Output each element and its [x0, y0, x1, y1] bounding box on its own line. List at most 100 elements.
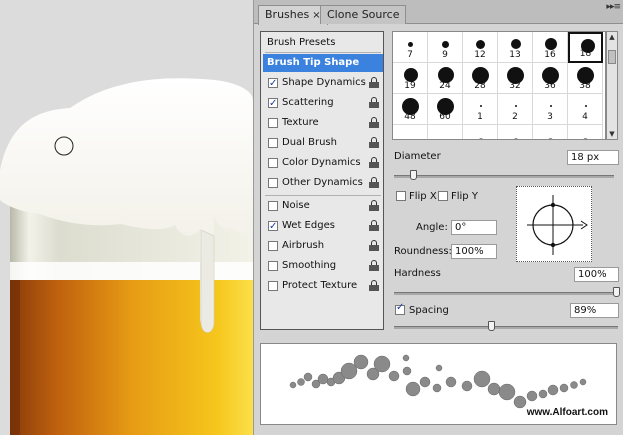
brush-size-label: 13: [509, 50, 521, 60]
scrollbar-thumb[interactable]: [608, 50, 616, 64]
option-checkbox[interactable]: [268, 158, 278, 168]
option-color-dynamics[interactable]: Color Dynamics: [263, 154, 383, 172]
diameter-slider-thumb[interactable]: [410, 170, 417, 180]
hardness-slider-track[interactable]: [394, 292, 618, 295]
option-checkbox[interactable]: [268, 138, 278, 148]
brush-tip-cell[interactable]: 9: [428, 32, 463, 63]
lock-icon[interactable]: [369, 157, 379, 168]
flip-x-checkbox[interactable]: [396, 191, 406, 201]
spacing-field[interactable]: 89%: [570, 303, 619, 318]
option-label: Shape Dynamics: [282, 77, 366, 88]
panel-menu-icon[interactable]: ▸▸≡: [606, 2, 621, 12]
roundness-label: Roundness:: [394, 246, 452, 257]
brush-tip-cell[interactable]: 38: [568, 63, 603, 94]
brush-tip-cell[interactable]: 18: [568, 32, 603, 63]
hardness-slider-thumb[interactable]: [613, 287, 620, 297]
spacing-slider-thumb[interactable]: [488, 321, 495, 331]
brush-size-label: 60: [439, 112, 451, 122]
brush-tip-cell[interactable]: 24: [428, 63, 463, 94]
option-checkbox[interactable]: [268, 241, 278, 251]
flip-y-checkbox[interactable]: [438, 191, 448, 201]
brush-tip-cell[interactable]: 48: [393, 94, 428, 125]
option-checkbox[interactable]: [268, 95, 278, 113]
diameter-slider-track[interactable]: [394, 175, 614, 178]
brush-grid-scrollbar[interactable]: ▲ ▼: [606, 31, 618, 140]
option-wet-edges[interactable]: Wet Edges: [263, 217, 383, 236]
spacing-checkbox[interactable]: [395, 302, 405, 315]
option-checkbox[interactable]: [268, 201, 278, 211]
brush-tip-shape-item[interactable]: Brush Tip Shape: [263, 54, 383, 72]
document-canvas[interactable]: [0, 0, 253, 435]
brush-presets-item[interactable]: Brush Presets: [263, 34, 383, 52]
diameter-label: Diameter: [394, 151, 441, 162]
option-scattering[interactable]: Scattering: [263, 94, 383, 113]
option-noise[interactable]: Noise: [263, 197, 383, 215]
brush-size-label: 36: [544, 81, 556, 91]
lock-icon[interactable]: [369, 220, 379, 231]
lock-icon[interactable]: [369, 280, 379, 291]
lock-icon[interactable]: [369, 200, 379, 211]
option-checkbox[interactable]: [268, 178, 278, 188]
option-checkbox[interactable]: [268, 261, 278, 271]
angle-label: Angle:: [416, 222, 448, 233]
lock-icon[interactable]: [369, 240, 379, 251]
brush-tip-cell[interactable]: [498, 125, 533, 139]
brush-tip-cell[interactable]: 60: [428, 94, 463, 125]
brush-tip-cell[interactable]: 36: [533, 63, 568, 94]
option-smoothing[interactable]: Smoothing: [263, 257, 383, 275]
lock-icon[interactable]: [369, 97, 379, 108]
brush-tip-cell[interactable]: 19: [393, 63, 428, 94]
brush-tip-cell[interactable]: 4: [568, 94, 603, 125]
option-dual-brush[interactable]: Dual Brush: [263, 134, 383, 152]
option-shape-dynamics[interactable]: Shape Dynamics: [263, 74, 383, 93]
panel-tab-bar: Brushes × Clone Source ▸▸≡: [254, 0, 623, 25]
brush-tip-cell[interactable]: 3: [533, 94, 568, 125]
lock-icon[interactable]: [369, 260, 379, 271]
brush-tip-cell[interactable]: 13: [498, 32, 533, 63]
option-airbrush[interactable]: Airbrush: [263, 237, 383, 255]
brush-tip-cell[interactable]: 28: [463, 63, 498, 94]
brush-tip-cell[interactable]: 1: [463, 94, 498, 125]
brush-size-label: 18: [579, 49, 592, 59]
angle-field[interactable]: 0°: [451, 220, 497, 235]
brush-tip-cell[interactable]: [428, 125, 463, 139]
lock-icon[interactable]: [369, 137, 379, 148]
brush-tip-dot: [549, 105, 552, 107]
brush-tip-cell[interactable]: [463, 125, 498, 139]
spacing-slider-track[interactable]: [394, 326, 618, 329]
roundness-field[interactable]: 100%: [451, 244, 497, 259]
brush-tip-cell[interactable]: 7: [393, 32, 428, 63]
lock-icon[interactable]: [369, 77, 379, 88]
brush-tip-cell[interactable]: [393, 125, 428, 139]
brush-tip-cell[interactable]: 2: [498, 94, 533, 125]
option-protect-texture[interactable]: Protect Texture: [263, 277, 383, 295]
tab-brushes[interactable]: Brushes ×: [258, 5, 328, 25]
lock-icon[interactable]: [369, 177, 379, 188]
diameter-field[interactable]: 18 px: [567, 150, 619, 165]
angle-roundness-widget[interactable]: [516, 186, 592, 262]
option-checkbox[interactable]: [268, 218, 278, 236]
option-checkbox[interactable]: [268, 281, 278, 291]
option-checkbox[interactable]: [268, 75, 278, 93]
tab-clone-source[interactable]: Clone Source: [320, 5, 407, 24]
hardness-field[interactable]: 100%: [574, 267, 619, 282]
lock-icon[interactable]: [369, 117, 379, 128]
brush-tip-cell[interactable]: 12: [463, 32, 498, 63]
brush-tip-cell[interactable]: 16: [533, 32, 568, 63]
brush-tip-dot: [513, 138, 518, 139]
brush-tip-dot: [584, 105, 587, 107]
brush-tip-cell[interactable]: 32: [498, 63, 533, 94]
brush-size-label: 28: [474, 81, 486, 91]
brush-tip-grid[interactable]: 7 9 12 13 16 18 19 24 28 32 36 38 48 60 1 2 3 4: [392, 31, 606, 140]
brush-size-label: 1: [477, 112, 483, 122]
option-checkbox[interactable]: [268, 118, 278, 128]
flip-x-label: Flip X: [409, 191, 437, 202]
brush-tip-cell[interactable]: [568, 125, 603, 139]
brush-tip-dot: [583, 137, 588, 139]
option-texture[interactable]: Texture: [263, 114, 383, 132]
brush-tip-cell[interactable]: [533, 125, 568, 139]
option-other-dynamics[interactable]: Other Dynamics: [263, 174, 383, 192]
brush-size-label: 12: [474, 50, 486, 60]
scroll-down-icon[interactable]: ▼: [607, 129, 617, 139]
scroll-up-icon[interactable]: ▲: [607, 32, 617, 42]
